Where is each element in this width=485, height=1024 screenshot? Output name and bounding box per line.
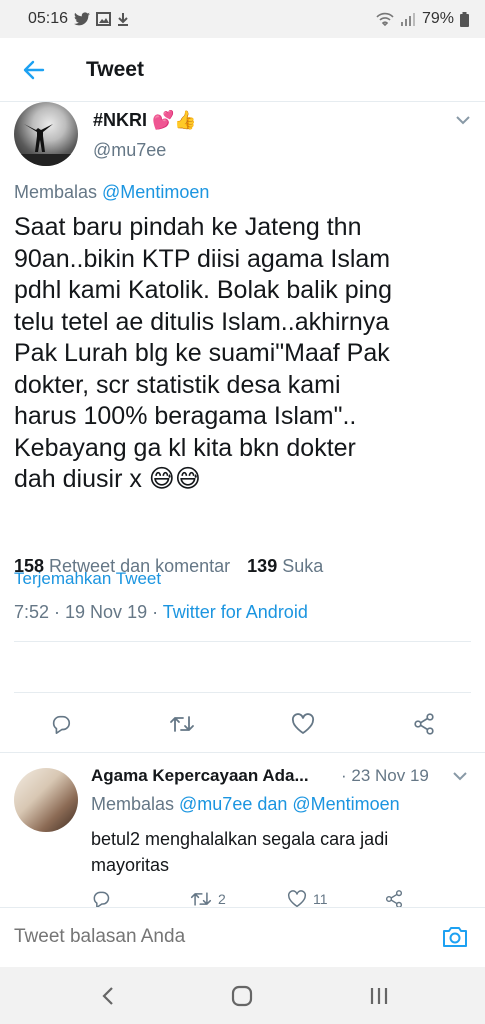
reply-text: betul2 menghalalkan segala cara jadi may… [91, 829, 389, 875]
chevron-left-icon [102, 987, 113, 1005]
status-bar: 05:16 79% [0, 0, 485, 38]
retweet-label: Retweet dan komentar [44, 556, 231, 576]
like-label: Suka [277, 556, 324, 576]
heart-icon [291, 713, 315, 734]
reply-icon [93, 891, 110, 909]
compose-bar [0, 907, 485, 967]
replying-to-prefix: Membalas [14, 182, 103, 202]
battery-percent: 79% [421, 10, 454, 27]
share-icon [385, 890, 403, 908]
likes-stat[interactable]: 139 Suka [247, 556, 323, 576]
system-nav-bar [0, 967, 485, 1024]
tweet-source-link[interactable]: Twitter for Android [163, 602, 308, 622]
status-right: 79% [376, 10, 469, 28]
camera-button[interactable] [442, 924, 468, 953]
tweet-menu-button[interactable] [455, 112, 471, 130]
nav-back-button[interactable] [88, 981, 128, 1011]
signal-icon [400, 13, 415, 26]
chevron-down-icon [456, 116, 470, 125]
heart-icon [288, 890, 306, 908]
display-name[interactable]: #NKRI 💕👍 [93, 110, 197, 131]
tweet-meta: 7:52 · 19 Nov 19 · Twitter for Android [14, 602, 308, 623]
recents-icon [370, 988, 388, 1004]
arrow-left-icon [23, 60, 45, 79]
user-handle[interactable]: @mu7ee [93, 140, 166, 161]
tweet-timestamp: 7:52 · 19 Nov 19 · [14, 602, 163, 622]
nav-home-button[interactable] [222, 981, 262, 1011]
home-icon [231, 985, 253, 1007]
retweets-stat[interactable]: 158 Retweet dan komentar [14, 556, 230, 576]
retweet-button[interactable] [162, 704, 202, 744]
page-title: Tweet [86, 57, 144, 81]
reply-avatar[interactable] [14, 768, 78, 832]
retweet-icon [190, 892, 212, 906]
divider [14, 692, 471, 693]
chevron-down-icon [453, 772, 467, 781]
app-bar: Tweet [0, 38, 485, 102]
reply-date: · 23 Nov 19 [341, 766, 429, 785]
download-notification-icon [118, 13, 129, 26]
divider [0, 752, 485, 753]
reply-mentions-link[interactable]: @mu7ee dan @Mentimoen [179, 794, 400, 814]
mention-link[interactable]: @Mentimoen [102, 182, 209, 202]
avatar[interactable] [14, 102, 78, 166]
retweet-count: 158 [14, 556, 45, 576]
tweet-actions [0, 704, 485, 744]
twitter-notification-icon [74, 12, 91, 26]
reply-button[interactable] [41, 704, 81, 744]
retweet-icon [170, 716, 194, 732]
reply-display-name[interactable]: Agama Kepercayaan Ada... [91, 766, 309, 786]
tweet-stats: 158 Retweet dan komentar 139 Suka [14, 556, 323, 577]
tweet-text: Saat baru pindah ke Jateng thn 90an..bik… [14, 213, 392, 493]
reply-like-count: 11 [313, 891, 328, 907]
like-count: 139 [247, 556, 278, 576]
reply-replying-prefix: Membalas [91, 794, 180, 814]
divider [14, 641, 471, 642]
image-notification-icon [96, 12, 112, 26]
reply-icon [52, 715, 71, 734]
reply-menu-button[interactable] [452, 768, 468, 786]
reply-replying-to: Membalas @mu7ee dan @Mentimoen [91, 794, 400, 815]
avatar-silhouette [14, 124, 78, 166]
share-button[interactable] [404, 704, 444, 744]
share-icon [414, 713, 434, 735]
reply-input[interactable] [14, 926, 414, 948]
replying-to: Membalas @Mentimoen [14, 182, 209, 203]
like-button[interactable] [283, 704, 323, 744]
reply-retweet-count: 2 [218, 891, 226, 907]
camera-icon [443, 927, 467, 947]
wifi-icon [376, 12, 394, 26]
back-button[interactable] [0, 38, 68, 102]
nav-recents-button[interactable] [359, 981, 399, 1011]
status-time: 05:16 [28, 10, 69, 27]
status-left: 05:16 [28, 10, 129, 28]
battery-icon [460, 11, 469, 27]
